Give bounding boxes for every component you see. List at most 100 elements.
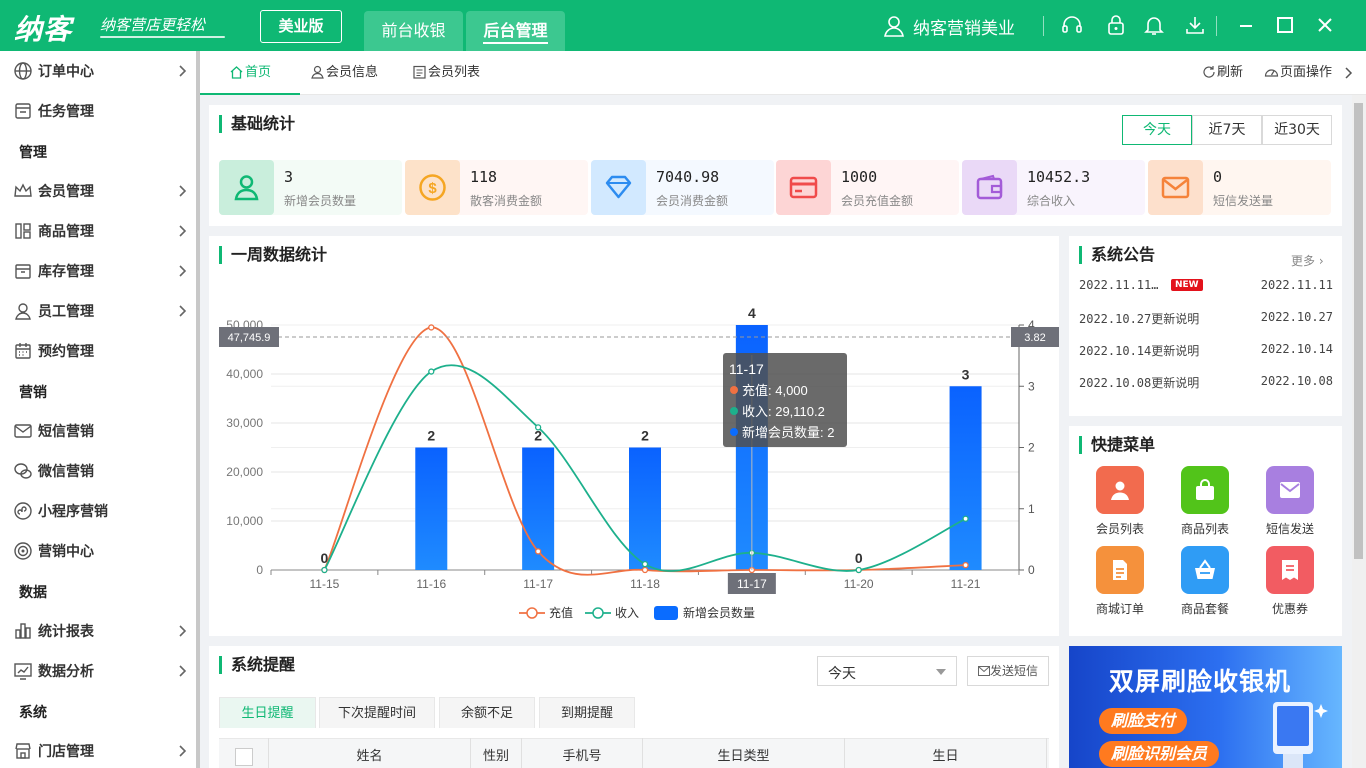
quick-goods-package[interactable]: 商品套餐 <box>1175 546 1235 617</box>
reminders-title: 系统提醒 <box>219 656 295 674</box>
store-icon <box>15 743 31 759</box>
stat-new-members[interactable]: 3 新增会员数量 <box>219 160 402 215</box>
tooltip-marker <box>730 407 738 415</box>
close-icon[interactable] <box>1312 12 1338 38</box>
sidebar-item-wechat-marketing[interactable]: 微信营销 <box>0 451 196 491</box>
pointer-left-value: 47,745.9 <box>228 332 271 344</box>
sidebar-item-sms-marketing[interactable]: 短信营销 <box>0 411 196 451</box>
stat-sms-sent[interactable]: 0 短信发送量 <box>1148 160 1331 215</box>
tab-back-office[interactable]: 后台管理 <box>466 11 565 51</box>
sidebar-item-staff[interactable]: 员工管理 <box>0 291 196 331</box>
tab-birthday-reminder[interactable]: 生日提醒 <box>219 697 316 728</box>
tab-home[interactable]: 首页 <box>200 51 300 95</box>
x-tick-label: 11-16 <box>416 577 446 591</box>
sidebar-item-order-center[interactable]: 订单中心 <box>0 51 196 91</box>
sidebar-item-marketing-center[interactable]: 营销中心 <box>0 531 196 571</box>
col-birthday[interactable]: 生日 <box>845 738 1047 768</box>
envelope-icon <box>977 666 990 676</box>
sidebar-item-members[interactable]: 会员管理 <box>0 171 196 211</box>
minimize-icon[interactable] <box>1233 12 1259 38</box>
notices-title: 系统公告 <box>1079 246 1155 264</box>
quick-sms-send[interactable]: 短信发送 <box>1260 466 1320 537</box>
target-icon <box>14 542 32 560</box>
range-7days-button[interactable]: 近7天 <box>1192 115 1262 145</box>
sidebar-item-miniprogram[interactable]: 小程序营销 <box>0 491 196 531</box>
range-today-button[interactable]: 今天 <box>1122 115 1192 145</box>
col-gender[interactable]: 性别 <box>471 738 522 768</box>
basket-icon <box>1195 559 1215 579</box>
quick-coupon[interactable]: 优惠券 <box>1260 546 1320 617</box>
promo-tag-face-member: 刷脸识别会员 <box>1099 741 1220 767</box>
bar-value-label: 2 <box>427 428 435 444</box>
gauge-icon <box>1264 69 1279 77</box>
bell-icon[interactable] <box>1143 14 1165 36</box>
notice-item[interactable]: 2022.11.11… NEW 2022.11.11 <box>1079 278 1333 298</box>
sidebar-item-reports[interactable]: 统计报表 <box>0 611 196 651</box>
tab-low-balance[interactable]: 余额不足 <box>439 697 535 728</box>
y-left-tick-label: 10,000 <box>226 514 263 528</box>
lock-icon[interactable] <box>1105 14 1127 36</box>
tab-member-info[interactable]: 会员信息 <box>310 51 378 95</box>
edition-button[interactable]: 美业版 <box>260 10 342 43</box>
sidebar-scrollbar[interactable] <box>196 51 200 768</box>
notice-item[interactable]: 2022.10.14更新说明 2022.10.14 <box>1079 342 1333 362</box>
col-birthday-type[interactable]: 生日类型 <box>643 738 845 768</box>
coupon-icon <box>1282 560 1298 580</box>
line-point <box>534 548 542 555</box>
quick-mall-orders[interactable]: 商城订单 <box>1090 546 1150 617</box>
send-sms-button[interactable]: 发送短信 <box>967 656 1049 686</box>
user-icon[interactable] <box>884 15 904 37</box>
range-30days-button[interactable]: 近30天 <box>1262 115 1332 145</box>
promo-banner[interactable]: 双屏刷脸收银机 刷脸支付 刷脸识别会员 <box>1069 646 1342 768</box>
line-point <box>641 560 649 568</box>
quick-member-list[interactable]: 会员列表 <box>1090 466 1150 537</box>
download-icon[interactable] <box>1184 14 1206 36</box>
list-icon <box>413 65 426 79</box>
app-logo: 纳客 <box>14 13 73 46</box>
sidebar-item-booking[interactable]: 预约管理 <box>0 331 196 371</box>
col-phone[interactable]: 手机号 <box>522 738 643 768</box>
chevron-right-icon[interactable] <box>1343 67 1353 79</box>
caret-down-icon <box>936 669 946 675</box>
reminder-range-select[interactable]: 今天 <box>817 656 957 686</box>
stat-walkin-spend[interactable]: $ 118 散客消费金额 <box>405 160 588 215</box>
line-point <box>428 368 435 375</box>
page-operations-button[interactable]: 页面操作 <box>1264 51 1332 95</box>
globe-icon <box>14 62 32 80</box>
sidebar-group-manage: 管理 <box>19 145 47 161</box>
tab-next-reminder[interactable]: 下次提醒时间 <box>319 697 435 728</box>
bar-value-label: 0 <box>855 550 863 566</box>
user-name[interactable]: 纳客营销美业 <box>913 14 1015 39</box>
more-link[interactable]: 更多 › <box>1291 252 1324 269</box>
tab-member-list[interactable]: 会员列表 <box>412 51 480 95</box>
bar-value-label: 4 <box>748 305 756 321</box>
weekly-chart[interactable]: 010,00020,00030,00040,00050,0000123402 2 2… <box>209 236 1059 636</box>
grid-icon <box>15 223 31 239</box>
sidebar-group-data: 数据 <box>19 585 47 601</box>
refresh-button[interactable]: 刷新 <box>1202 51 1243 95</box>
quick-goods-list[interactable]: 商品列表 <box>1175 466 1235 537</box>
stat-member-recharge[interactable]: 1000 会员充值金额 <box>776 160 959 215</box>
notice-item[interactable]: 2022.10.27更新说明 2022.10.27 <box>1079 310 1333 330</box>
sidebar-item-stock[interactable]: 库存管理 <box>0 251 196 291</box>
page-scrollbar[interactable] <box>1352 95 1366 768</box>
notice-item[interactable]: 2022.10.08更新说明 2022.10.08 <box>1079 374 1333 394</box>
wallet-icon <box>976 174 1003 200</box>
headset-icon[interactable] <box>1061 14 1083 36</box>
sidebar-item-analysis[interactable]: 数据分析 <box>0 651 196 691</box>
scrollbar-thumb[interactable] <box>1354 103 1363 559</box>
legend-marker <box>526 607 538 619</box>
sidebar-item-task[interactable]: 任务管理 <box>0 91 196 131</box>
stat-member-spend[interactable]: 7040.98 会员消费金额 <box>591 160 774 215</box>
tab-front-cashier[interactable]: 前台收银 <box>364 11 463 51</box>
stat-total-income[interactable]: 10452.3 综合收入 <box>962 160 1145 215</box>
col-name[interactable]: 姓名 <box>269 738 471 768</box>
maximize-icon[interactable] <box>1272 12 1298 38</box>
sidebar-item-goods[interactable]: 商品管理 <box>0 211 196 251</box>
y-left-tick-label: 20,000 <box>226 465 263 479</box>
crown-icon <box>14 183 32 197</box>
sidebar-item-store[interactable]: 门店管理 <box>0 731 196 768</box>
tab-expiry-reminder[interactable]: 到期提醒 <box>539 697 635 728</box>
legend-label: 充值 <box>549 605 573 620</box>
select-all-checkbox[interactable] <box>235 748 253 766</box>
